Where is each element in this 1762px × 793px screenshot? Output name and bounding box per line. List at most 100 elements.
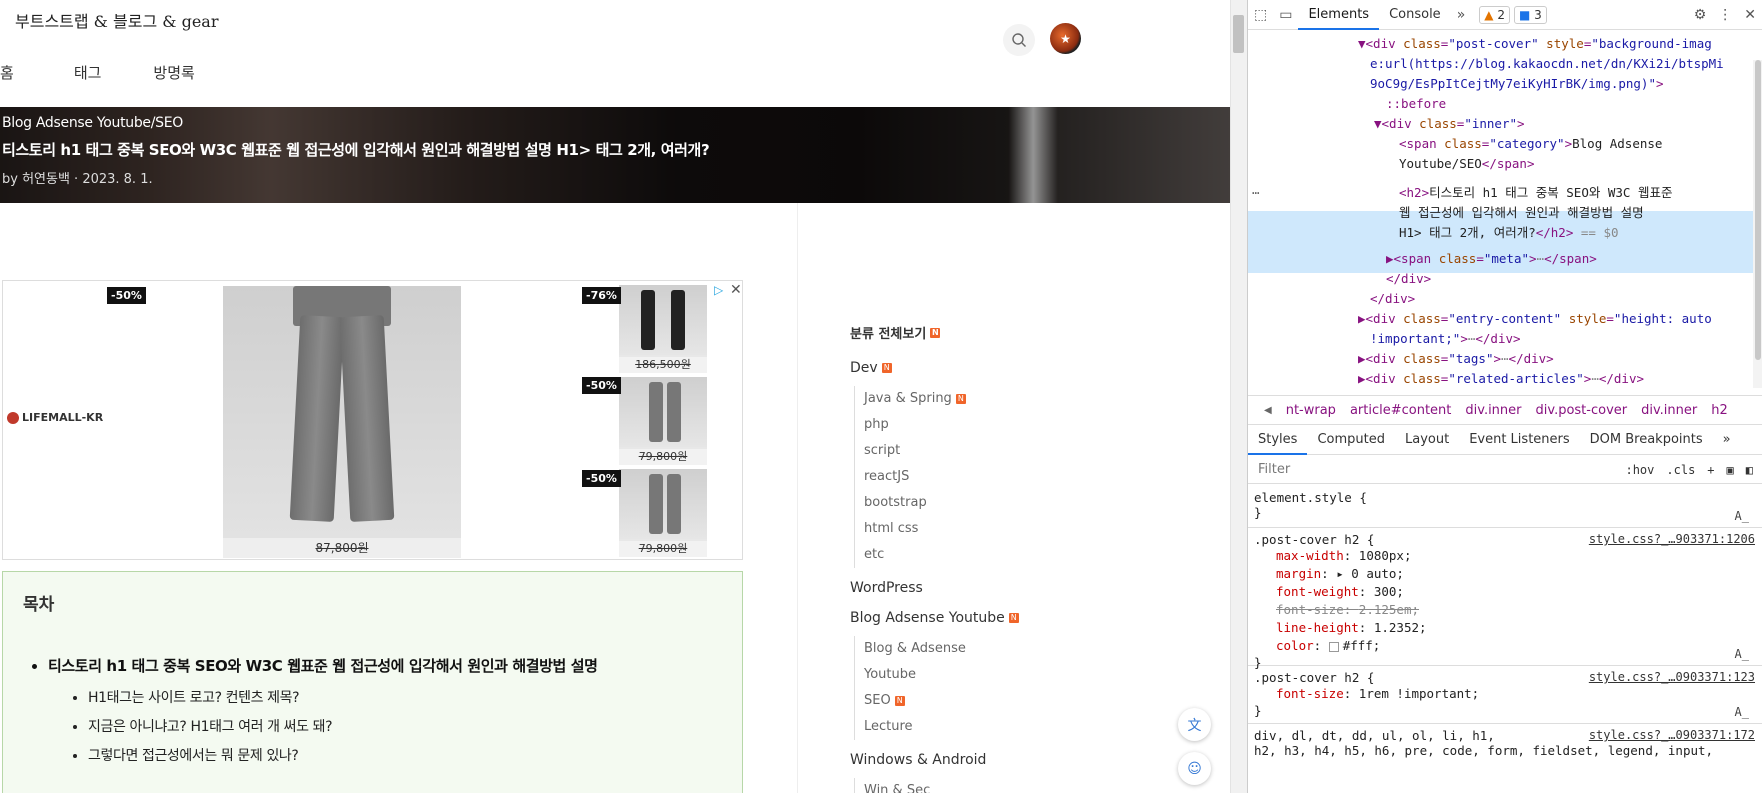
tab-computed[interactable]: Computed [1307,425,1395,455]
subcategory-html-css[interactable]: html css [864,516,1150,542]
ad-main-product[interactable]: 87,800원 [223,286,461,558]
tab-styles[interactable]: Styles [1248,425,1308,455]
tab-layout[interactable]: Layout [1395,425,1459,455]
avatar[interactable]: ★ [1050,23,1081,54]
dom-node-post-cover[interactable]: ▼<div class="post-cover" style="backgrou… [1358,34,1712,54]
declaration[interactable]: margin: ▸ 0 auto; [1254,565,1757,583]
hover-state-toggle[interactable]: :hov [1625,463,1654,477]
declaration[interactable]: line-height: 1.2352; [1254,619,1757,637]
styles-filter-input[interactable]: Filter [1254,458,1554,482]
kebab-menu-icon[interactable]: ⋮ [1712,7,1738,23]
dom-node-category[interactable]: <span class="category">Blog Adsense [1399,134,1662,154]
declaration[interactable]: font-size: 1rem !important; [1254,685,1757,703]
nav-tags[interactable]: 태그 [74,62,102,86]
dom-node-h2[interactable]: <h2>티스토리 h1 태그 중복 SEO와 W3C 웹표준 [1399,183,1672,203]
breadcrumb-item[interactable]: h2 [1711,403,1728,418]
subcategory-java-spring[interactable]: Java & Spring N [864,386,1150,412]
toc-subitem[interactable]: 지금은 아니냐고? H1태그 여러 개 써도 돼? [88,713,728,742]
ad-thumb-1[interactable]: 186,500원 [619,285,707,373]
page-scrollbar[interactable] [1230,0,1247,793]
font-editor-icon[interactable]: A̲ [1735,647,1749,661]
add-rule-icon[interactable]: + [1707,463,1714,477]
messages-badge[interactable]: ■ 3 [1513,5,1547,24]
toc-subitem[interactable]: 그렇다면 접근성에서는 뭐 문제 있나? [88,742,728,771]
category-wordpress[interactable]: WordPress [850,580,1150,596]
rule-post-cover-h2-important[interactable]: .post-cover h2 { style.css?_…0903371:123… [1248,666,1762,724]
dom-node-before[interactable]: ::before [1386,94,1446,114]
subcategory-reactjs[interactable]: reactJS [864,464,1150,490]
category-windows-android[interactable]: Windows & Android [850,752,1150,768]
category-blog-adsense[interactable]: Blog Adsense Youtube N [850,610,1150,626]
toc-item[interactable]: 티스토리 h1 태그 중복 SEO와 W3C 웹표준 웹 접근성에 입각해서 원… [48,652,688,771]
subcategory-blog-adsense[interactable]: Blog & Adsense [864,636,1150,662]
rule-reset[interactable]: div, dl, dt, dd, ul, ol, li, h1, style.c… [1248,724,1762,784]
scroll-left-icon[interactable]: ◀ [1264,405,1272,416]
declaration[interactable]: color: #fff; [1254,637,1757,655]
dom-tree-scrollbar[interactable] [1753,60,1762,388]
breadcrumb-item[interactable]: div.inner [1641,403,1697,418]
inspect-element-icon[interactable]: ⬚ [1248,7,1273,23]
subcategory-bootstrap[interactable]: bootstrap [864,490,1150,516]
subcategory-seo[interactable]: SEO N [864,688,1150,714]
more-tabs-icon[interactable]: » [1451,7,1472,23]
ad-thumb-3[interactable]: 79,800원 [619,469,707,557]
device-toggle-icon[interactable]: ▭ [1273,7,1298,23]
subcategory-youtube[interactable]: Youtube [864,662,1150,688]
nav-guestbook[interactable]: 방명록 [153,62,194,86]
sidebar-toggle-icon[interactable]: ◧ [1746,463,1753,477]
close-icon[interactable]: ✕ [1738,7,1762,23]
dom-tree[interactable]: ▼<div class="post-cover" style="backgrou… [1248,30,1762,388]
dom-node-related[interactable]: ▶<div class="related-articles">⋯</div> [1358,369,1644,388]
ad-info-icon[interactable]: ▷ [714,283,723,297]
page-scrollbar-thumb[interactable] [1233,15,1244,53]
translate-button[interactable]: 文 [1178,708,1211,741]
declaration-overridden[interactable]: font-size: 2.125em; [1254,601,1757,619]
dom-node-inner[interactable]: ▼<div class="inner"> [1374,114,1525,134]
settings-gear-icon[interactable]: ⚙ [1688,7,1713,23]
font-editor-icon[interactable]: A̲ [1735,509,1749,523]
subcategory-etc[interactable]: etc [864,542,1150,568]
subcategory-win-sec[interactable]: Win & Sec [864,778,1150,793]
declaration[interactable]: max-width: 1080px; [1254,547,1757,565]
warnings-badge[interactable]: ▲ 2 [1479,5,1510,24]
rule-source-link[interactable]: style.css?_…0903371:172 [1589,728,1755,742]
font-editor-icon[interactable]: A̲ [1735,705,1749,719]
breadcrumb-item[interactable]: nt-wrap [1286,403,1336,418]
dom-node-entry-content[interactable]: ▶<div class="entry-content" style="heigh… [1358,309,1712,329]
dom-node-tags[interactable]: ▶<div class="tags">⋯</div> [1358,349,1554,369]
subcategory-lecture[interactable]: Lecture [864,714,1150,740]
rule-element-style[interactable]: element.style { } A̲ [1248,486,1762,528]
paint-icon[interactable]: ▣ [1727,463,1734,477]
category-all[interactable]: 분류 전체보기 N [850,323,1150,342]
tab-event-listeners[interactable]: Event Listeners [1459,425,1579,455]
breadcrumb-item[interactable]: div.post-cover [1536,403,1628,418]
more-actions-icon[interactable]: … [1252,180,1260,200]
breadcrumb-item[interactable]: article#content [1350,403,1451,418]
ad-banner[interactable]: LIFEMALL-KR 87,800원 -50% 186,500원 -76% 7… [2,280,743,560]
subcategory-script[interactable]: script [864,438,1150,464]
subcategory-php[interactable]: php [864,412,1150,438]
chat-button[interactable]: ☺ [1178,752,1211,785]
ad-thumb-2[interactable]: 79,800원 [619,377,707,465]
rule-post-cover-h2[interactable]: .post-cover h2 { style.css?_…903371:1206… [1248,528,1762,670]
breadcrumb-item[interactable]: div.inner [1465,403,1521,418]
more-tabs-icon[interactable]: » [1713,425,1741,455]
tab-console[interactable]: Console [1379,0,1451,30]
category-dev[interactable]: Dev N [850,360,1150,376]
toc-subitem[interactable]: H1태그는 사이트 로고? 컨텐츠 제목? [88,684,728,713]
rule-source-link[interactable]: style.css?_…903371:1206 [1589,532,1755,546]
class-toggle[interactable]: .cls [1666,463,1695,477]
ad-logo[interactable]: LIFEMALL-KR [7,411,103,424]
declaration[interactable]: font-weight: 300; [1254,583,1757,601]
tab-elements[interactable]: Elements [1298,0,1380,30]
rule-source-link[interactable]: style.css?_…0903371:123 [1589,670,1755,684]
search-button[interactable] [1003,24,1035,56]
nav-home[interactable]: 홈 [0,62,14,86]
dom-node-meta[interactable]: ▶<span class="meta">⋯</span> [1386,249,1597,269]
post-category[interactable]: Blog Adsense Youtube/SEO [2,115,709,131]
color-swatch[interactable] [1328,641,1339,652]
main-nav: 홈 태그 방명록 [0,62,247,86]
ad-close-icon[interactable]: ✕ [730,282,742,298]
tab-dom-breakpoints[interactable]: DOM Breakpoints [1580,425,1713,455]
site-title[interactable]: 부트스트랩 & 블로그 & gear [15,8,219,32]
